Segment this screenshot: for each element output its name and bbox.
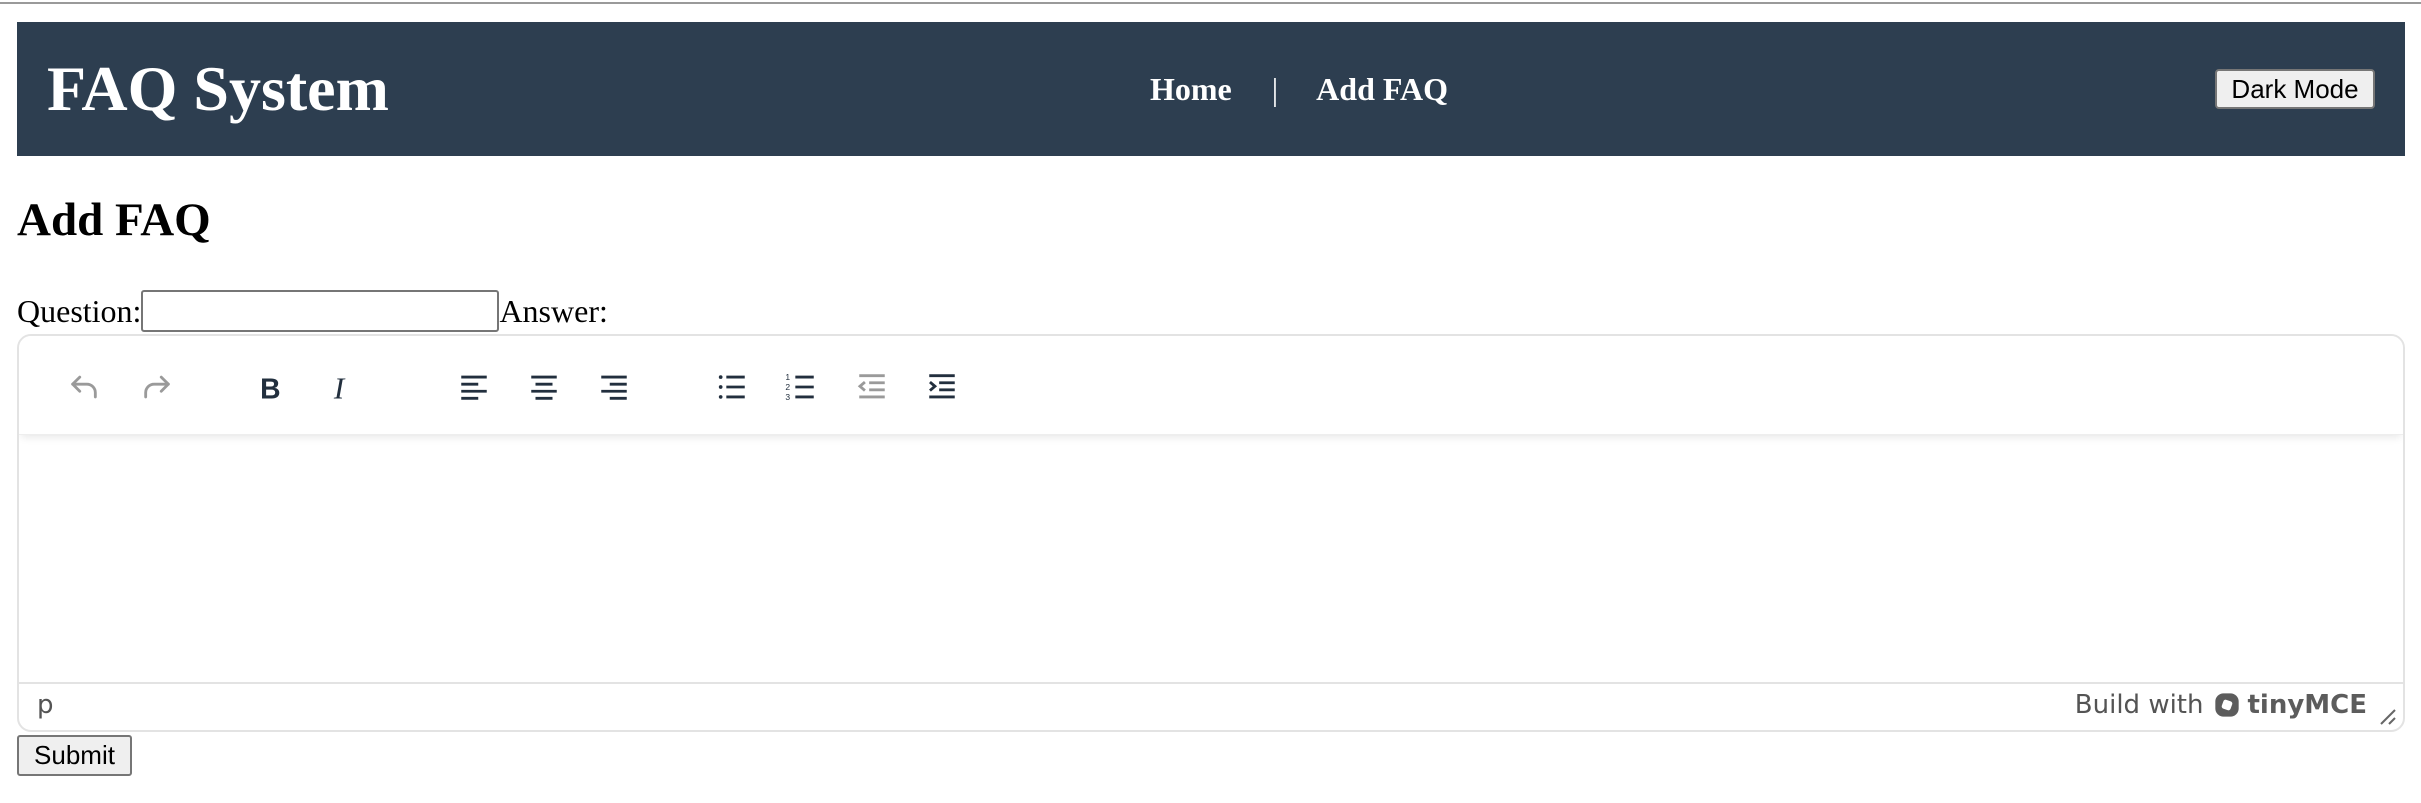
align-left-icon	[461, 375, 487, 400]
editor-toolbar: B I 1 2 3	[19, 336, 2403, 435]
dark-mode-button[interactable]: Dark Mode	[2215, 69, 2375, 109]
tinymce-logo-icon	[2215, 693, 2240, 717]
align-center-icon	[531, 375, 557, 400]
bullet-list-icon	[718, 375, 745, 399]
numbered-list-icon: 1 2 3	[785, 372, 814, 402]
outdent-icon	[857, 374, 885, 399]
indent-button[interactable]	[917, 362, 967, 412]
nav-link-add-faq[interactable]: Add FAQ	[1316, 71, 1448, 108]
nav-link-home[interactable]: Home	[1150, 71, 1232, 108]
resize-handle-icon[interactable]	[2377, 706, 2397, 726]
branding-name: tinyMCE	[2247, 690, 2367, 720]
main-nav: Home | Add FAQ	[1150, 22, 1448, 156]
italic-button[interactable]: I	[316, 362, 366, 412]
page-title: Add FAQ	[17, 194, 211, 246]
svg-text:2: 2	[785, 382, 790, 392]
undo-button[interactable]	[59, 362, 109, 412]
italic-icon: I	[333, 370, 346, 404]
site-brand: FAQ System	[47, 53, 389, 124]
editor-content-area[interactable]	[19, 434, 2403, 684]
bold-button[interactable]: B	[245, 362, 295, 412]
svg-text:B: B	[260, 373, 280, 404]
redo-button[interactable]	[132, 362, 182, 412]
answer-label: Answer:	[499, 292, 608, 329]
undo-icon	[71, 375, 97, 399]
bold-icon: B	[260, 373, 280, 404]
svg-text:1: 1	[785, 372, 790, 382]
submit-button[interactable]: Submit	[17, 735, 132, 776]
question-label: Question:	[17, 292, 142, 329]
redo-icon	[144, 375, 170, 399]
svg-text:3: 3	[785, 392, 790, 402]
question-row: Question: Answer:	[17, 290, 608, 332]
align-right-button[interactable]	[589, 362, 639, 412]
tinymce-logo: tinyMCE	[2213, 690, 2367, 720]
question-input[interactable]	[141, 290, 500, 332]
nav-separator: |	[1271, 70, 1279, 107]
align-left-button[interactable]	[449, 362, 499, 412]
numbered-list-button[interactable]: 1 2 3	[776, 362, 826, 412]
site-header: FAQ System Home | Add FAQ Dark Mode	[17, 22, 2405, 156]
editor-statusbar: p Build with tinyMCE	[19, 682, 2403, 730]
svg-text:I: I	[333, 370, 346, 404]
branding-prefix: Build with	[2074, 690, 2204, 720]
answer-editor: B I 1 2 3 p Build with tinyMCE	[17, 334, 2405, 732]
align-center-button[interactable]	[519, 362, 569, 412]
editor-branding[interactable]: Build with tinyMCE	[2075, 690, 2367, 720]
indent-icon	[929, 374, 955, 399]
align-right-icon	[601, 375, 627, 400]
bullet-list-button[interactable]	[707, 362, 757, 412]
top-rule	[0, 0, 2421, 4]
element-path[interactable]: p	[37, 690, 54, 720]
outdent-button[interactable]	[847, 362, 897, 412]
